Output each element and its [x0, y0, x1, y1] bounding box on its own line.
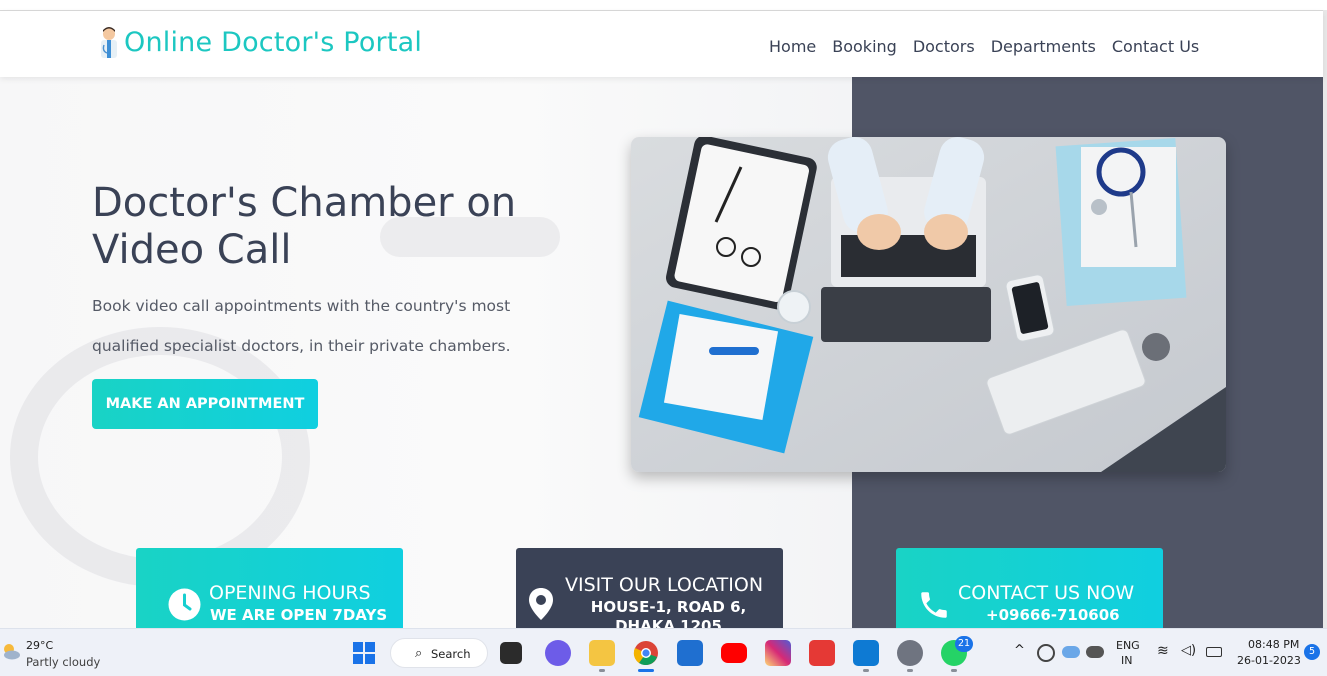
hero-title: Doctor's Chamber on Video Call: [92, 180, 517, 273]
weather-temperature: 29°C: [26, 639, 54, 652]
nav-doctors[interactable]: Doctors: [913, 37, 975, 56]
page: Online Doctor's Portal Home Booking Doct…: [0, 0, 1327, 676]
file-explorer-icon[interactable]: [589, 640, 615, 666]
card-subtitle: +09666-710606: [986, 606, 1120, 624]
card-subtitle: HOUSE-1, ROAD 6, DHAKA 1205: [590, 598, 747, 628]
nav-contact-us[interactable]: Contact Us: [1112, 37, 1199, 56]
nav-home[interactable]: Home: [769, 37, 816, 56]
taskbar-search[interactable]: ⌕ Search: [390, 638, 488, 668]
chevron-up-icon[interactable]: ^: [1014, 643, 1025, 658]
battery-icon[interactable]: [1206, 647, 1222, 657]
wifi-icon[interactable]: ≋: [1157, 643, 1169, 659]
language-indicator[interactable]: ENG: [1116, 639, 1140, 652]
wps-office-icon[interactable]: [809, 640, 835, 666]
logo-text: Online Doctor's Portal: [124, 26, 423, 58]
vscode-icon[interactable]: [853, 640, 879, 666]
card-title: VISIT OUR LOCATION: [565, 574, 764, 596]
running-indicator: [863, 669, 869, 672]
running-indicator: [951, 669, 957, 672]
scrollbar[interactable]: [1323, 10, 1327, 628]
card-title: OPENING HOURS: [209, 582, 371, 604]
make-appointment-button[interactable]: MAKE AN APPOINTMENT: [92, 379, 318, 429]
nav-booking[interactable]: Booking: [832, 37, 897, 56]
running-indicator: [907, 669, 913, 672]
windows-start-icon[interactable]: [351, 640, 377, 666]
partly-cloudy-icon: [4, 644, 20, 660]
onedrive-icon[interactable]: [1086, 646, 1104, 658]
cloud-icon[interactable]: [1062, 646, 1080, 658]
card-opening-hours: OPENING HOURS WE ARE OPEN 7DAYS: [136, 548, 403, 628]
hero-image-doctor-desk: [631, 137, 1226, 472]
card-title: CONTACT US NOW: [958, 582, 1135, 604]
youtube-icon[interactable]: [721, 643, 747, 663]
teams-chat-icon[interactable]: [545, 640, 571, 666]
clock-date[interactable]: 26-01-2023: [1237, 654, 1301, 667]
input-region: IN: [1121, 654, 1133, 667]
clock-time[interactable]: 08:48 PM: [1248, 638, 1299, 651]
windows-taskbar: 29°C Partly cloudy ⌕ Search 21 ^ ENG IN …: [0, 628, 1327, 676]
search-label: Search: [431, 647, 471, 661]
hero-subtitle: Book video call appointments with the co…: [92, 297, 511, 355]
site-header: Online Doctor's Portal Home Booking Doct…: [0, 11, 1323, 77]
phone-icon: [921, 592, 947, 618]
location-pin-icon: [529, 588, 553, 620]
weather-description: Partly cloudy: [26, 655, 101, 669]
logo[interactable]: Online Doctor's Portal: [96, 25, 422, 59]
card-subtitle: WE ARE OPEN 7DAYS: [210, 606, 388, 624]
doctor-avatar-icon: [101, 27, 117, 58]
nav-departments[interactable]: Departments: [991, 37, 1096, 56]
task-view-icon[interactable]: [500, 642, 522, 664]
whatsapp-badge: 21: [955, 636, 974, 652]
instagram-icon[interactable]: [765, 640, 791, 666]
search-icon: ⌕: [415, 646, 423, 661]
chrome-icon[interactable]: [633, 640, 659, 666]
clock-icon: [168, 588, 201, 621]
microsoft-store-icon[interactable]: [677, 640, 703, 666]
active-app-indicator: [638, 669, 654, 672]
card-contact-us: CONTACT US NOW +09666-710606: [896, 548, 1163, 628]
card-visit-location: VISIT OUR LOCATION HOUSE-1, ROAD 6, DHAK…: [516, 548, 783, 628]
main-nav: Home Booking Doctors Departments Contact…: [769, 37, 1215, 56]
running-indicator: [599, 669, 605, 672]
notification-badge[interactable]: 5: [1304, 644, 1320, 660]
volume-icon[interactable]: ◁): [1181, 643, 1196, 658]
sync-icon[interactable]: [1037, 644, 1055, 662]
settings-gear-icon[interactable]: [897, 640, 923, 666]
